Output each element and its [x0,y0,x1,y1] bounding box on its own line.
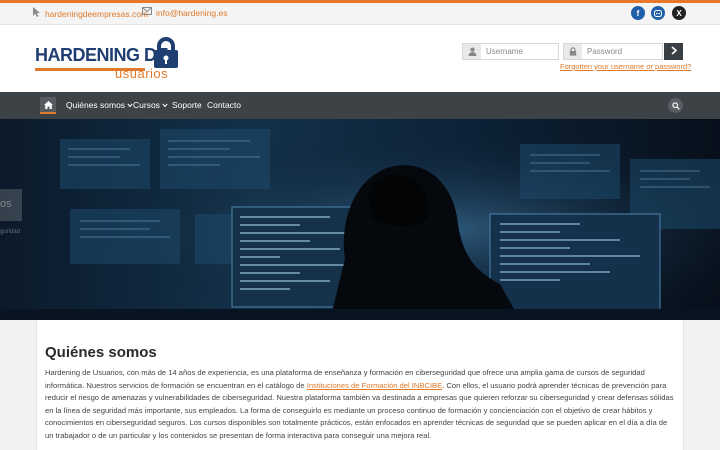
site-header: HARDENING DE usuarios Forgotten your use… [0,25,720,92]
nav-item-contacto[interactable]: Contacto [207,100,241,110]
lock-icon [564,44,582,59]
search-icon [671,97,680,115]
discord-icon[interactable] [651,6,665,20]
home-icon [43,96,53,114]
email-link[interactable]: info@hardening.es [156,8,227,18]
website-link[interactable]: hardeningdeempresas.com [45,9,148,19]
site-logo[interactable]: HARDENING DE usuarios [35,37,185,81]
nav-item-quienes-somos[interactable]: Quiénes somos [66,100,134,110]
username-group [462,43,559,60]
nav-item-label: Contacto [207,100,242,110]
password-group [563,43,663,60]
chevron-right-icon [670,45,677,58]
nav-item-label: Quiénes somos [66,100,126,110]
email-contact[interactable]: info@hardening.es [142,7,227,18]
nav-item-cursos[interactable]: Cursos [133,100,168,110]
user-icon [463,44,481,59]
forgot-credentials-link[interactable]: Forgotten your username or password? [560,62,691,71]
logo-word-hardening: HARDENING DE [35,45,169,65]
carousel-side-caption[interactable]: os [0,189,22,221]
cursor-pointer-icon [33,7,41,20]
chevron-down-icon [162,100,168,110]
nav-item-label: Cursos [133,100,160,110]
password-input[interactable] [582,44,662,59]
main-content: Quiénes somos Hardening de Usuarios, con… [36,320,684,450]
username-input[interactable] [481,44,558,59]
x-twitter-icon[interactable]: X [672,6,686,20]
carousel-caption-subtext: guridad [0,229,21,235]
incibe-link[interactable]: Instituciones de Formación del INBCIBE [307,381,442,390]
website-contact[interactable]: hardeningdeempresas.com [33,7,148,20]
carousel-caption-text: os [0,198,12,210]
main-navigation: Quiénes somos Cursos Soporte Contacto [0,92,720,119]
nav-item-soporte[interactable]: Soporte [172,100,202,110]
home-button[interactable] [40,97,56,114]
hero-banner-image: os guridad [0,119,720,320]
nav-item-label: Soporte [172,100,202,110]
logo-word-usuarios: usuarios [115,66,169,81]
about-paragraph: Hardening de Usuarios, con más de 14 año… [45,367,677,443]
envelope-icon [142,7,152,18]
login-submit-button[interactable] [664,43,683,60]
hacker-illustration [0,119,720,320]
page-title: Quiénes somos [45,344,157,361]
search-button[interactable] [668,98,683,113]
facebook-icon[interactable]: f [631,6,645,20]
top-contact-bar: hardeningdeempresas.com info@hardening.e… [0,3,720,25]
